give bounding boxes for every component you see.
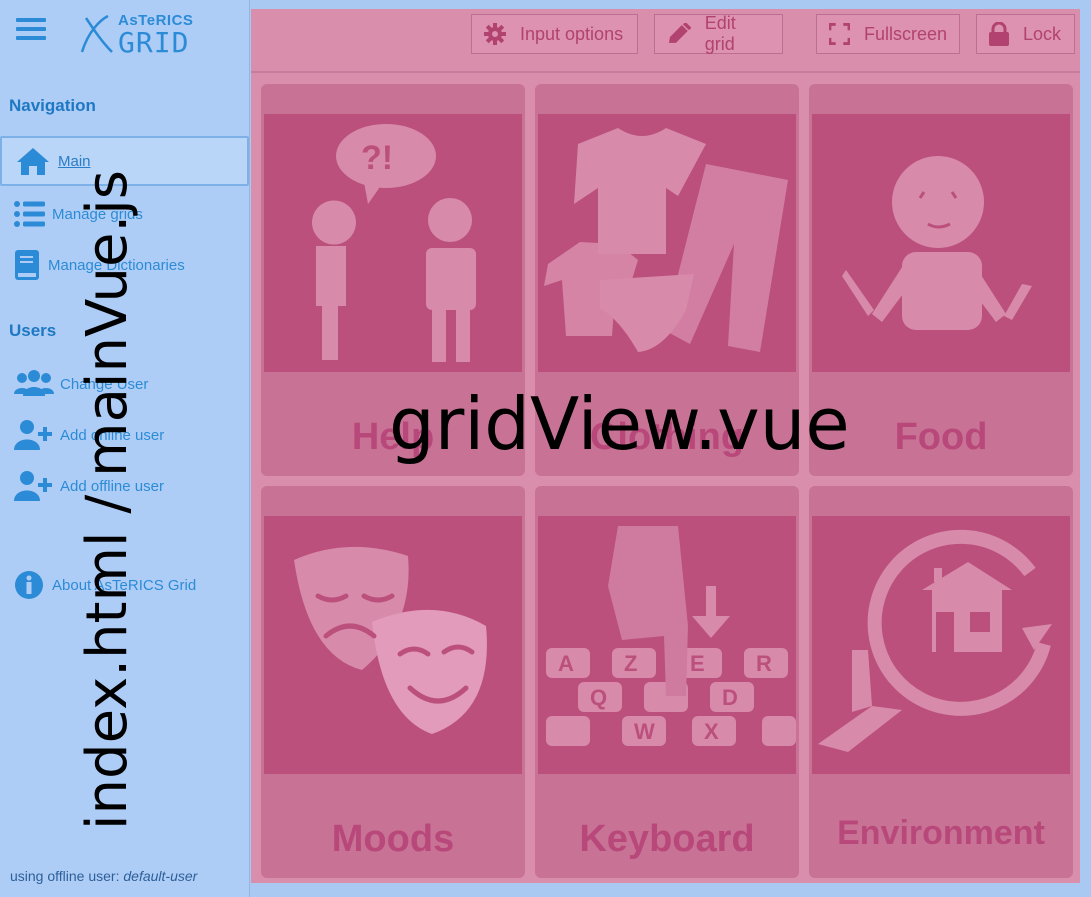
svg-text:W: W xyxy=(634,719,655,744)
app-logo: AsTeRICS GRID xyxy=(78,10,208,59)
lock-icon xyxy=(989,22,1009,46)
user-plus-icon xyxy=(14,419,60,451)
sidebar-item-label: Main xyxy=(58,152,91,170)
lock-button[interactable]: Lock xyxy=(976,14,1075,54)
clothing-pictogram xyxy=(538,114,796,372)
grid-cell-label: Environment xyxy=(837,814,1045,852)
grid-toolbar: Input options Edit grid Fullscreen Lock xyxy=(251,9,1080,73)
list-icon xyxy=(14,198,52,230)
fullscreen-icon xyxy=(829,23,850,45)
grid-cell-keyboard[interactable]: A Z E R Q D W X Keyboard xyxy=(535,486,799,878)
grid-cell-label: Moods xyxy=(331,818,455,860)
food-pictogram xyxy=(812,114,1070,372)
edit-grid-button[interactable]: Edit grid xyxy=(654,13,783,54)
svg-text:X: X xyxy=(704,719,719,744)
gear-icon xyxy=(484,23,506,45)
lock-label: Lock xyxy=(1023,23,1062,44)
book-icon xyxy=(14,249,48,281)
help-pictogram: ?! xyxy=(264,114,522,372)
svg-text:Z: Z xyxy=(624,651,637,676)
user-plus-icon xyxy=(14,470,60,502)
svg-text:E: E xyxy=(690,651,705,676)
offline-user-name: default-user xyxy=(123,868,198,884)
svg-text:R: R xyxy=(756,651,772,676)
component-label-gridview: gridView.vue xyxy=(389,382,850,466)
svg-text:Q: Q xyxy=(590,685,607,710)
grid-cell-environment[interactable]: Environment xyxy=(809,486,1073,878)
input-options-label: Input options xyxy=(520,23,624,44)
grid-cell-label: Keyboard xyxy=(579,818,755,860)
logo-swoosh-icon xyxy=(80,14,113,53)
pencil-icon xyxy=(668,23,691,43)
input-options-button[interactable]: Input options xyxy=(471,14,638,54)
hamburger-menu-icon[interactable] xyxy=(16,18,46,44)
info-icon xyxy=(14,569,52,601)
users-heading: Users xyxy=(9,321,57,340)
logo-text-bottom: GRID xyxy=(118,26,190,59)
svg-text:?!: ?! xyxy=(361,139,393,177)
navigation-heading: Navigation xyxy=(9,96,96,115)
fullscreen-button[interactable]: Fullscreen xyxy=(816,14,960,54)
offline-user-status: using offline user: default-user xyxy=(10,868,197,884)
component-label-index: index.html / mainVue.js xyxy=(75,170,140,830)
users-icon xyxy=(14,368,60,400)
grid-cell-moods[interactable]: Moods xyxy=(261,486,525,878)
environment-pictogram xyxy=(812,516,1070,774)
keyboard-pictogram: A Z E R Q D W X xyxy=(538,516,796,774)
svg-text:D: D xyxy=(722,685,738,710)
fullscreen-label: Fullscreen xyxy=(863,23,947,44)
home-icon xyxy=(16,145,54,177)
svg-text:A: A xyxy=(558,651,574,676)
offline-user-prefix: using offline user: xyxy=(10,868,120,884)
edit-grid-label: Edit grid xyxy=(704,13,736,54)
moods-pictogram xyxy=(264,516,522,774)
